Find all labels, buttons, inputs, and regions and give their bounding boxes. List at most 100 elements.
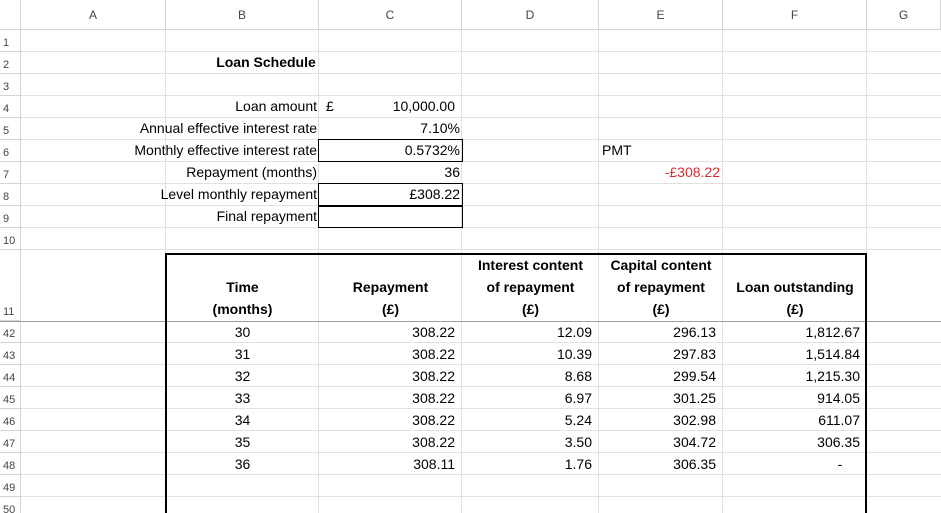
cell-capital[interactable]: 296.13	[599, 321, 718, 343]
cell-time[interactable]: 34	[166, 409, 319, 431]
header-line: (£)	[786, 301, 804, 317]
cell-interest[interactable]: 3.50	[462, 431, 594, 453]
months-label[interactable]: Repayment (months)	[40, 161, 319, 183]
loan-amount-value[interactable]: 10,000.00	[340, 95, 457, 117]
cell-interest[interactable]: 6.97	[462, 387, 594, 409]
header-line: Time	[226, 279, 259, 295]
header-line: (£)	[652, 301, 670, 317]
row-header-50[interactable]: 50	[0, 497, 21, 513]
sheet-title[interactable]: Loan Schedule	[166, 51, 366, 73]
row-header-46[interactable]: 46	[0, 409, 21, 431]
level-repayment-label[interactable]: Level monthly repayment	[40, 183, 319, 205]
cell-repayment[interactable]: 308.22	[319, 387, 457, 409]
cell-outstanding[interactable]: 611.07	[723, 409, 862, 431]
final-repayment-label[interactable]: Final repayment	[40, 205, 319, 227]
gridline	[21, 51, 941, 52]
header-time[interactable]: Time (months)	[166, 253, 319, 320]
column-header-b[interactable]: B	[166, 0, 319, 30]
cell-capital[interactable]: 304.72	[599, 431, 718, 453]
cell-repayment[interactable]: 308.22	[319, 409, 457, 431]
gridline	[21, 496, 941, 497]
cell-outstanding[interactable]: -	[790, 453, 890, 475]
cell-time[interactable]: 35	[166, 431, 319, 453]
row-header-48[interactable]: 48	[0, 453, 21, 475]
header-capital-content[interactable]: Capital content of repayment (£)	[599, 253, 723, 320]
cell-repayment[interactable]: 308.22	[319, 431, 457, 453]
row-header-1[interactable]: 1	[0, 30, 21, 52]
pmt-value[interactable]: -£308.22	[599, 161, 722, 183]
loan-amount-label[interactable]: Loan amount	[40, 95, 319, 117]
column-header-a[interactable]: A	[21, 0, 166, 30]
row-header-44[interactable]: 44	[0, 365, 21, 387]
cell-time[interactable]: 30	[166, 321, 319, 343]
header-line: of repayment	[617, 279, 705, 295]
row-header-47[interactable]: 47	[0, 431, 21, 453]
cell-outstanding[interactable]: 1,514.84	[723, 343, 862, 365]
column-header-d[interactable]: D	[462, 0, 599, 30]
monthly-rate-box	[318, 139, 463, 162]
row-header-2[interactable]: 2	[0, 52, 21, 74]
spreadsheet-grid[interactable]: A B C D E F G 1 2 3 4 5 6 7 8 9 10 11 42…	[0, 0, 941, 513]
cell-interest[interactable]: 1.76	[462, 453, 594, 475]
cell-time[interactable]: 32	[166, 365, 319, 387]
row-header-10[interactable]: 10	[0, 228, 21, 250]
row-header-9[interactable]: 9	[0, 206, 21, 228]
row-header-49[interactable]: 49	[0, 475, 21, 497]
cell-time[interactable]: 33	[166, 387, 319, 409]
cell-outstanding[interactable]: 914.05	[723, 387, 862, 409]
pmt-label[interactable]: PMT	[600, 139, 700, 161]
header-line: Capital content	[610, 257, 712, 273]
select-all-corner[interactable]	[0, 0, 21, 30]
header-line: (£)	[521, 301, 540, 317]
cell-repayment[interactable]: 308.22	[319, 365, 457, 387]
header-line: Loan outstanding	[736, 279, 854, 295]
row-header-42[interactable]: 42	[0, 321, 21, 343]
cell-outstanding[interactable]: 1,812.67	[723, 321, 862, 343]
cell-repayment[interactable]: 308.22	[319, 343, 457, 365]
cell-capital[interactable]: 306.35	[599, 453, 718, 475]
annual-rate-label[interactable]: Annual effective interest rate	[40, 117, 319, 139]
cell-outstanding[interactable]: 1,215.30	[723, 365, 862, 387]
column-header-f[interactable]: F	[723, 0, 867, 30]
row-header-3[interactable]: 3	[0, 74, 21, 96]
cell-time[interactable]: 31	[166, 343, 319, 365]
header-line: of repayment	[486, 279, 575, 295]
cell-outstanding[interactable]: 306.35	[723, 431, 862, 453]
row-header-43[interactable]: 43	[0, 343, 21, 365]
months-value[interactable]: 36	[340, 161, 462, 183]
row-header-5[interactable]: 5	[0, 118, 21, 140]
header-line: (£)	[381, 301, 400, 317]
annual-rate-value[interactable]: 7.10%	[340, 117, 462, 139]
row-header-4[interactable]: 4	[0, 96, 21, 118]
header-interest-content[interactable]: Interest content of repayment (£)	[462, 253, 599, 320]
cell-time[interactable]: 36	[166, 453, 319, 475]
cell-capital[interactable]: 301.25	[599, 387, 718, 409]
cell-capital[interactable]: 299.54	[599, 365, 718, 387]
column-header-e[interactable]: E	[599, 0, 723, 30]
cell-interest[interactable]: 5.24	[462, 409, 594, 431]
column-header-c[interactable]: C	[319, 0, 462, 30]
header-loan-outstanding[interactable]: Loan outstanding (£)	[723, 253, 867, 320]
header-line: Interest content	[477, 257, 583, 273]
cell-interest[interactable]: 12.09	[462, 321, 594, 343]
gridline	[21, 249, 941, 250]
monthly-rate-label[interactable]: Monthly effective interest rate	[40, 139, 319, 161]
cell-interest[interactable]: 8.68	[462, 365, 594, 387]
row-header-8[interactable]: 8	[0, 184, 21, 206]
cell-capital[interactable]: 302.98	[599, 409, 718, 431]
row-header-6[interactable]: 6	[0, 140, 21, 162]
row-header-45[interactable]: 45	[0, 387, 21, 409]
row-header-11[interactable]: 11	[0, 250, 21, 321]
header-repayment[interactable]: Repayment (£)	[319, 253, 462, 320]
cell-capital[interactable]: 297.83	[599, 343, 718, 365]
gridline	[21, 227, 941, 228]
header-line: (months)	[212, 301, 273, 317]
header-line: Repayment	[352, 279, 429, 295]
cell-repayment[interactable]: 308.11	[319, 453, 457, 475]
row-header-7[interactable]: 7	[0, 162, 21, 184]
cell-repayment[interactable]: 308.22	[319, 321, 457, 343]
box-divider	[318, 205, 463, 207]
column-header-g[interactable]: G	[867, 0, 941, 30]
gridline	[21, 73, 941, 74]
cell-interest[interactable]: 10.39	[462, 343, 594, 365]
